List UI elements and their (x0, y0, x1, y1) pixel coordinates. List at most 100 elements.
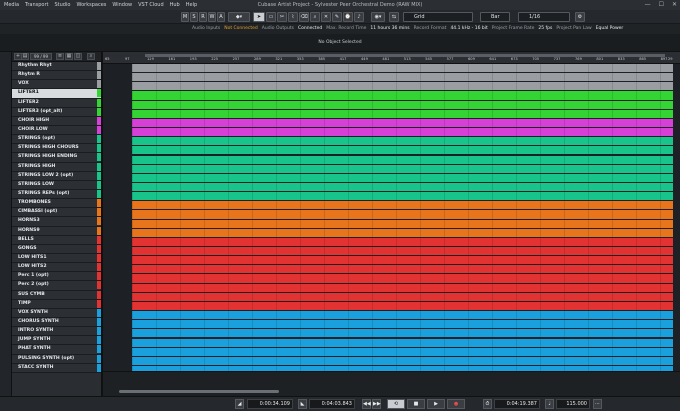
track-row[interactable]: Perc 1 (opt) (12, 272, 101, 282)
stop-button[interactable]: ■ (407, 399, 425, 409)
track-lane[interactable] (103, 64, 680, 73)
close-button[interactable]: ✕ (672, 0, 677, 10)
track-row[interactable]: PULSING SYNTH (opt) (12, 354, 101, 364)
glue-tool-icon[interactable]: ⌇ (288, 12, 298, 22)
track-lane[interactable] (103, 320, 680, 329)
mode-m-button[interactable]: M (181, 12, 189, 22)
automation-mode-icon[interactable]: ◆▾ (228, 12, 250, 22)
track-lane[interactable] (103, 100, 680, 110)
play-button[interactable]: ▶ (427, 399, 445, 409)
track-lane[interactable] (103, 256, 680, 265)
track-lane[interactable] (103, 247, 680, 256)
audio-event[interactable] (132, 73, 673, 82)
track-row[interactable]: VOX SYNTH (12, 308, 101, 318)
grid-type-select[interactable]: Bar (480, 12, 510, 22)
play-tool-icon[interactable]: ♪ (354, 12, 364, 22)
pointer-tool-icon[interactable]: ➤ (253, 12, 265, 22)
color-tool-icon[interactable]: ◉▾ (371, 12, 385, 22)
more-options-icon[interactable]: ⋯ (593, 399, 602, 409)
audio-event[interactable] (132, 256, 673, 265)
record-button[interactable]: ● (447, 399, 465, 409)
audio-event[interactable] (132, 228, 673, 237)
track-lane[interactable] (103, 146, 680, 155)
audio-event[interactable] (132, 109, 673, 118)
track-lane[interactable] (103, 311, 680, 320)
track-row[interactable]: Rhytm R (12, 71, 101, 81)
track-row[interactable]: STRINGS (opt) (12, 135, 101, 145)
audio-event[interactable] (132, 265, 673, 274)
track-row[interactable]: VOX (12, 80, 101, 90)
draw-tool-icon[interactable]: ✎ (332, 12, 342, 22)
track-lane[interactable] (103, 292, 680, 302)
minimize-button[interactable]: — (645, 0, 651, 10)
right-locator-display[interactable]: 0:04:03.843 (309, 399, 355, 409)
rewind-button[interactable]: ◀◀ (362, 399, 371, 409)
track-lane[interactable] (103, 338, 680, 348)
right-locator-marker-icon[interactable]: ◣ (298, 399, 307, 409)
track-lane[interactable] (103, 73, 680, 82)
track-row[interactable]: STRINGS HIGH CHOURS (12, 144, 101, 154)
audio-event[interactable] (132, 320, 673, 329)
mode-w-button[interactable]: W (208, 12, 216, 22)
horizontal-scrollbar[interactable] (119, 390, 279, 393)
mode-r-button[interactable]: R (199, 12, 207, 22)
track-row[interactable]: Perc 2 (opt) (12, 281, 101, 291)
audio-event[interactable] (132, 311, 673, 320)
audio-event[interactable] (132, 347, 673, 356)
audio-event[interactable] (132, 237, 673, 246)
track-row[interactable]: HORNS3 (12, 217, 101, 227)
track-row[interactable]: CHORUS SYNTH (12, 317, 101, 328)
track-lane[interactable] (103, 274, 680, 283)
audio-event[interactable] (132, 201, 673, 210)
track-row[interactable]: GONGS (12, 244, 101, 254)
audio-event[interactable] (132, 329, 673, 338)
track-row[interactable]: LOW HITS2 (12, 263, 101, 273)
audio-event[interactable] (132, 210, 673, 219)
audio-event[interactable] (132, 283, 673, 292)
track-visibility-icon[interactable]: ◫ (74, 53, 82, 60)
audio-event[interactable] (132, 100, 673, 109)
track-lane[interactable] (103, 237, 680, 247)
track-row[interactable]: CHOIR LOW (12, 125, 101, 136)
track-row[interactable]: BELLS (12, 235, 101, 245)
track-lane[interactable] (103, 137, 680, 146)
audio-event[interactable] (132, 192, 673, 201)
track-lane[interactable] (103, 155, 680, 165)
audio-event[interactable] (132, 338, 673, 347)
mode-s-button[interactable]: S (190, 12, 198, 22)
folder-icon[interactable]: ▤ (21, 53, 29, 60)
track-lane[interactable] (103, 164, 680, 174)
erase-tool-icon[interactable]: ⌫ (299, 12, 309, 22)
track-lane[interactable] (103, 109, 680, 119)
track-lane[interactable] (103, 128, 680, 137)
track-row[interactable]: STRINGS LOW (12, 180, 101, 190)
track-row[interactable]: HORNS9 (12, 226, 101, 236)
track-lane[interactable] (103, 182, 680, 192)
audio-event[interactable] (132, 118, 673, 128)
audio-event[interactable] (132, 82, 673, 91)
snap-type-select[interactable]: Grid (403, 12, 473, 22)
track-row[interactable]: CIMBASSI (opt) (12, 208, 101, 218)
forward-button[interactable]: ▶▶ (372, 399, 381, 409)
track-row[interactable]: SUS CYMB (12, 290, 101, 300)
audio-event[interactable] (132, 164, 673, 173)
track-row[interactable]: LOW HITS1 (12, 253, 101, 264)
track-lane[interactable] (103, 219, 680, 229)
track-row[interactable]: STRINGS REPs (opt) (12, 189, 101, 200)
quantize-select[interactable]: 1/16 (518, 12, 570, 22)
event-display[interactable] (103, 64, 680, 371)
cycle-button[interactable]: ⟲ (387, 399, 405, 409)
audio-event[interactable] (132, 219, 673, 228)
split-tool-icon[interactable]: ✂ (277, 12, 287, 22)
quantize-settings-icon[interactable]: ⚙ (575, 12, 585, 22)
track-lane[interactable] (103, 329, 680, 338)
range-tool-icon[interactable]: ▭ (266, 12, 276, 22)
track-lane[interactable] (103, 210, 680, 219)
snap-toggle-icon[interactable]: ⇆ (389, 12, 399, 22)
left-locator-marker-icon[interactable]: ◢ (235, 399, 244, 409)
track-filter-icon[interactable]: ▦ (65, 53, 73, 60)
track-row[interactable]: JUMP SYNTH (12, 336, 101, 346)
audio-event[interactable] (132, 182, 673, 192)
track-lane[interactable] (103, 228, 680, 238)
track-lane[interactable] (103, 91, 680, 100)
